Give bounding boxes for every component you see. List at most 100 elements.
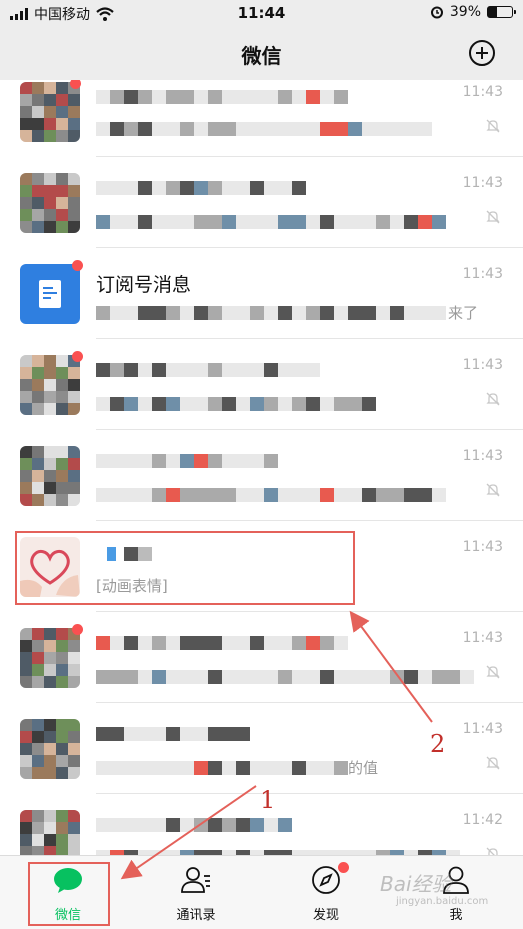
mosaic-pixel [208, 397, 222, 411]
mosaic-pixel [222, 727, 236, 741]
mosaic-pixel [152, 90, 166, 104]
mosaic-pixel [32, 482, 44, 494]
blurred-preview [96, 122, 432, 136]
mosaic-pixel [348, 670, 362, 684]
mosaic-pixel [194, 90, 208, 104]
mosaic-pixel [20, 755, 32, 767]
chat-row-subscriptions[interactable]: 订阅号消息 来了 11:43 [0, 248, 523, 339]
mosaic-pixel [194, 818, 208, 832]
contacts-icon [181, 867, 210, 893]
mosaic-pixel [68, 130, 80, 142]
chat-time: 11:43 [462, 84, 503, 100]
mosaic-pixel [208, 181, 222, 195]
mosaic-pixel [32, 640, 44, 652]
mosaic-pixel [460, 670, 474, 684]
mosaic-pixel [264, 215, 278, 229]
chat-row[interactable]: 11:43 [0, 157, 523, 248]
mosaic-pixel [404, 488, 418, 502]
chat-row[interactable]: 11:43 [0, 80, 523, 157]
mosaic-pixel [32, 130, 44, 142]
mosaic-pixel [208, 818, 222, 832]
mosaic-pixel [96, 454, 110, 468]
mosaic-pixel [334, 636, 348, 650]
mosaic-pixel [20, 185, 32, 197]
subscription-avatar [20, 264, 80, 324]
mosaic-pixel [320, 488, 334, 502]
mosaic-pixel [376, 306, 390, 320]
mosaic-pixel [44, 846, 56, 855]
mosaic-pixel [250, 636, 264, 650]
mosaic-pixel [110, 761, 124, 775]
mosaic-pixel [278, 488, 292, 502]
tab-discover[interactable]: 发现 [276, 862, 376, 924]
mosaic-pixel [32, 719, 44, 731]
mosaic-pixel [320, 306, 334, 320]
chat-row[interactable]: 11:43 [0, 430, 523, 521]
mosaic-pixel [56, 209, 68, 221]
mosaic-pixel [208, 122, 222, 136]
mosaic-pixel [68, 482, 80, 494]
mosaic-pixel [194, 215, 208, 229]
mosaic-pixel [96, 181, 110, 195]
mosaic-pixel [166, 488, 180, 502]
chat-row[interactable]: 11:43 [0, 339, 523, 430]
chat-time: 11:43 [462, 448, 503, 464]
mosaic-pixel [432, 215, 446, 229]
mosaic-pixel [32, 403, 44, 415]
mosaic-pixel [180, 488, 194, 502]
mosaic-pixel [222, 397, 236, 411]
document-icon [39, 280, 61, 308]
mosaic-pixel [222, 670, 236, 684]
mosaic-pixel [292, 363, 306, 377]
mosaic-pixel [222, 761, 236, 775]
mosaic-pixel [138, 363, 152, 377]
chat-row[interactable]: 11:43 [0, 612, 523, 703]
mosaic-pixel [250, 181, 264, 195]
mosaic-pixel [152, 727, 166, 741]
mosaic-pixel [32, 470, 44, 482]
mosaic-pixel [208, 727, 222, 741]
mosaic-pixel [56, 743, 68, 755]
mosaic-pixel [44, 130, 56, 142]
mosaic-pixel [166, 306, 180, 320]
mosaic-pixel [110, 306, 124, 320]
mosaic-pixel [362, 488, 376, 502]
mosaic-pixel [320, 636, 334, 650]
mosaic-pixel [334, 90, 348, 104]
mosaic-pixel [236, 818, 250, 832]
mosaic-pixel [166, 90, 180, 104]
mosaic-pixel [20, 458, 32, 470]
mosaic-pixel [306, 670, 320, 684]
mosaic-pixel [194, 454, 208, 468]
mosaic-pixel [264, 670, 278, 684]
mosaic-pixel [68, 664, 80, 676]
mosaic-pixel [194, 670, 208, 684]
mosaic-pixel [166, 363, 180, 377]
mosaic-pixel [56, 822, 68, 834]
mosaic-pixel [44, 403, 56, 415]
mosaic-pixel [44, 628, 56, 640]
mosaic-pixel [56, 379, 68, 391]
mosaic-pixel [56, 82, 68, 94]
mosaic-pixel [20, 846, 32, 855]
mosaic-pixel [44, 482, 56, 494]
mosaic-pixel [222, 181, 236, 195]
mosaic-pixel [44, 391, 56, 403]
tab-contacts[interactable]: 通讯录 [146, 862, 246, 924]
mosaic-pixel [44, 94, 56, 106]
mosaic-pixel [124, 397, 138, 411]
mosaic-pixel [124, 363, 138, 377]
mosaic-pixel [110, 727, 124, 741]
mosaic-pixel [138, 727, 152, 741]
mosaic-pixel [32, 367, 44, 379]
mosaic-pixel [32, 628, 44, 640]
mosaic-pixel [124, 454, 138, 468]
mosaic-pixel [264, 454, 278, 468]
mosaic-pixel [166, 397, 180, 411]
add-button[interactable] [469, 40, 495, 66]
mosaic-pixel [32, 446, 44, 458]
mosaic-pixel [250, 397, 264, 411]
mosaic-pixel [68, 118, 80, 130]
mosaic-pixel [292, 306, 306, 320]
mosaic-pixel [264, 181, 278, 195]
